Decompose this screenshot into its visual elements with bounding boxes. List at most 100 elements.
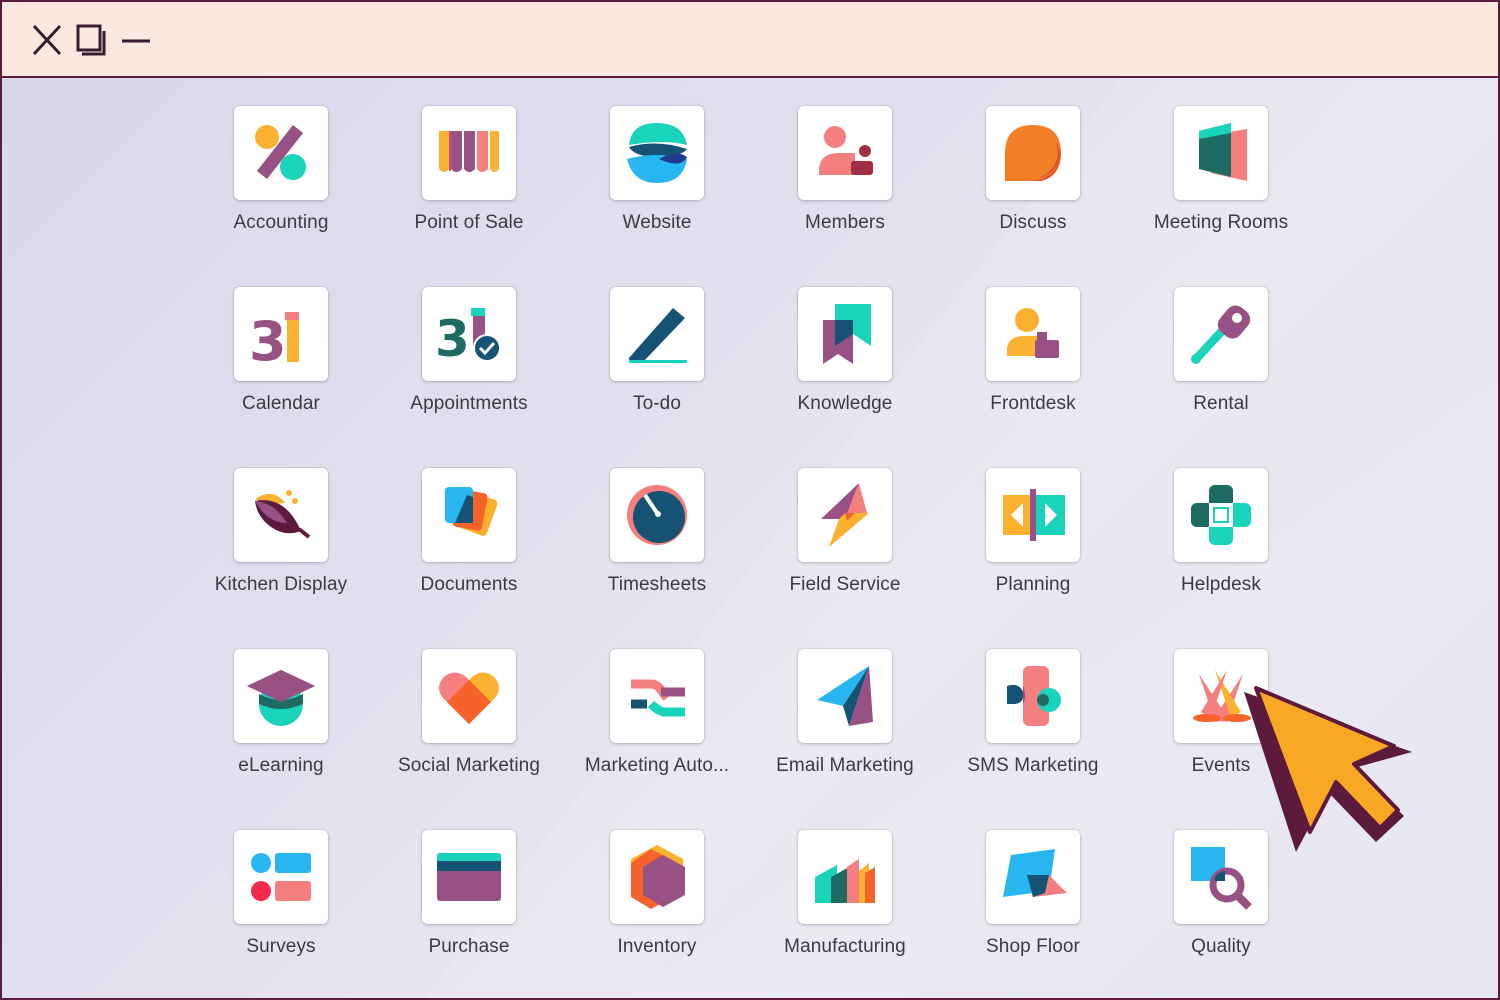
planning-icon — [1003, 489, 1065, 541]
app-tile — [1174, 287, 1268, 381]
app-tile — [798, 649, 892, 743]
app-marketing-automation[interactable]: Marketing Auto... — [563, 649, 751, 830]
app-planning[interactable]: Planning — [939, 468, 1127, 649]
app-elearning[interactable]: eLearning — [187, 649, 375, 830]
app-helpdesk[interactable]: Helpdesk — [1127, 468, 1315, 649]
app-purchase[interactable]: Purchase — [375, 830, 563, 998]
field-service-icon — [821, 483, 869, 547]
app-sms-marketing[interactable]: SMS Marketing — [939, 649, 1127, 830]
app-label: Meeting Rooms — [1153, 212, 1289, 233]
app-label: Email Marketing — [776, 755, 914, 776]
app-timesheets[interactable]: Timesheets — [563, 468, 751, 649]
app-label: Planning — [995, 574, 1071, 595]
close-button[interactable] — [28, 20, 68, 60]
app-surveys[interactable]: Surveys — [187, 830, 375, 998]
app-tile — [234, 649, 328, 743]
app-label: Field Service — [789, 574, 901, 595]
frontdesk-icon — [1007, 308, 1059, 358]
app-tile — [422, 468, 516, 562]
documents-icon — [445, 487, 498, 536]
app-todo[interactable]: To-do — [563, 287, 751, 468]
app-label: Members — [805, 212, 885, 233]
restore-icon — [76, 24, 106, 56]
app-tile: 3 — [234, 287, 328, 381]
discuss-icon — [1005, 125, 1061, 181]
app-discuss[interactable]: Discuss — [939, 106, 1127, 287]
app-tile — [234, 468, 328, 562]
app-knowledge[interactable]: Knowledge — [751, 287, 939, 468]
app-social-marketing[interactable]: Social Marketing — [375, 649, 563, 830]
app-label: Documents — [420, 574, 518, 595]
app-documents[interactable]: Documents — [375, 468, 563, 649]
events-icon — [1193, 670, 1251, 722]
helpdesk-icon — [1191, 485, 1251, 545]
app-accounting[interactable]: Accounting — [187, 106, 375, 287]
members-icon — [819, 126, 873, 175]
app-point-of-sale[interactable]: Point of Sale — [375, 106, 563, 287]
app-shop-floor[interactable]: Shop Floor — [939, 830, 1127, 998]
app-tile — [798, 106, 892, 200]
elearning-icon — [247, 670, 315, 726]
app-frontdesk[interactable]: Frontdesk — [939, 287, 1127, 468]
app-calendar[interactable]: 3 Calendar — [187, 287, 375, 468]
app-tile — [422, 649, 516, 743]
appointments-icon: 3 — [435, 308, 501, 368]
app-label: Quality — [1191, 936, 1251, 957]
app-tile — [610, 468, 704, 562]
app-label: Shop Floor — [986, 936, 1080, 957]
app-field-service[interactable]: Field Service — [751, 468, 939, 649]
sms-marketing-icon — [1007, 666, 1061, 726]
app-inventory[interactable]: Inventory — [563, 830, 751, 998]
app-label: Marketing Auto... — [584, 755, 730, 776]
knowledge-icon — [823, 304, 871, 364]
app-tile — [1174, 468, 1268, 562]
app-email-marketing[interactable]: Email Marketing — [751, 649, 939, 830]
app-label: Timesheets — [607, 574, 707, 595]
app-window: Accounting Point of Sale Website Members… — [0, 0, 1500, 1000]
app-tile — [610, 287, 704, 381]
app-kitchen-display[interactable]: Kitchen Display — [187, 468, 375, 649]
app-label: Discuss — [999, 212, 1067, 233]
close-icon — [32, 24, 62, 56]
minimize-button[interactable] — [118, 20, 158, 60]
app-manufacturing[interactable]: Manufacturing — [751, 830, 939, 998]
app-appointments[interactable]: 3 Appointments — [375, 287, 563, 468]
app-label: Kitchen Display — [214, 574, 348, 595]
app-tile — [798, 287, 892, 381]
app-tile — [422, 106, 516, 200]
app-quality[interactable]: Quality — [1127, 830, 1315, 998]
app-members[interactable]: Members — [751, 106, 939, 287]
app-label: Events — [1191, 755, 1251, 776]
app-label: SMS Marketing — [967, 755, 1099, 776]
app-tile: 3 — [422, 287, 516, 381]
app-website[interactable]: Website — [563, 106, 751, 287]
app-tile — [986, 287, 1080, 381]
app-tile — [986, 468, 1080, 562]
marketing-automation-icon — [631, 679, 685, 717]
calendar-icon: 3 — [249, 310, 299, 370]
title-bar — [2, 2, 1498, 78]
app-tile — [422, 830, 516, 924]
app-rental[interactable]: Rental — [1127, 287, 1315, 468]
rental-icon — [1191, 305, 1251, 364]
app-tile — [234, 106, 328, 200]
app-label: Surveys — [246, 936, 316, 957]
app-tile — [1174, 106, 1268, 200]
app-tile — [610, 830, 704, 924]
app-tile — [610, 649, 704, 743]
inventory-icon — [631, 845, 685, 909]
app-tile — [986, 830, 1080, 924]
surveys-icon — [251, 853, 311, 901]
restore-button[interactable] — [72, 20, 112, 60]
app-label: Purchase — [428, 936, 510, 957]
app-tile — [1174, 830, 1268, 924]
app-tile — [610, 106, 704, 200]
app-label: Social Marketing — [397, 755, 541, 776]
app-label: Website — [622, 212, 692, 233]
app-label: Rental — [1193, 393, 1249, 414]
social-marketing-icon — [439, 672, 499, 724]
app-meeting-rooms[interactable]: Meeting Rooms — [1127, 106, 1315, 287]
app-events[interactable]: Events — [1127, 649, 1315, 830]
apps-grid: Accounting Point of Sale Website Members… — [187, 106, 1317, 986]
app-tile — [1174, 649, 1268, 743]
